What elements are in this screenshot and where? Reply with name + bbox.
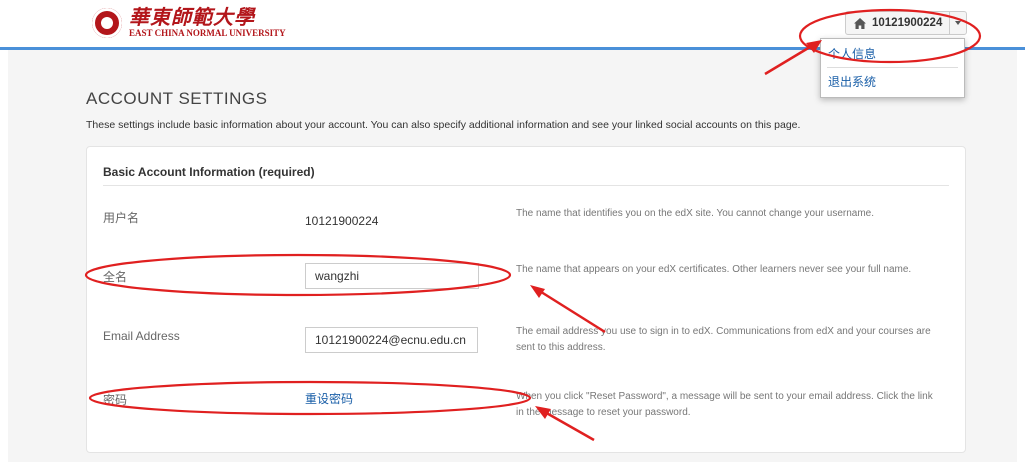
fullname-input[interactable]: wangzhi [305, 263, 479, 289]
card-title: Basic Account Information (required) [103, 165, 315, 179]
university-seal-icon [92, 7, 122, 38]
user-dropdown-menu: 个人信息 退出系统 [820, 38, 965, 98]
chevron-down-icon [955, 21, 961, 25]
username-label: 用户名 [103, 211, 140, 225]
user-menu-button[interactable]: 10121900224 [845, 11, 967, 35]
email-help: The email address you use to sign in to … [516, 326, 931, 353]
university-logo[interactable]: 華東師範大學 EAST CHINA NORMAL UNIVERSITY [92, 7, 286, 38]
email-label: Email Address [103, 329, 180, 343]
fullname-help: The name that appears on your edX certif… [516, 264, 912, 275]
email-input[interactable]: 10121900224@ecnu.edu.cn [305, 327, 478, 353]
user-id-label: 10121900224 [872, 17, 943, 29]
page-title: ACCOUNT SETTINGS [86, 89, 268, 108]
user-menu-toggle[interactable] [949, 12, 966, 34]
menu-divider [827, 67, 958, 68]
menu-item-logout[interactable]: 退出系统 [821, 73, 964, 90]
logo-english-name: EAST CHINA NORMAL UNIVERSITY [129, 28, 286, 38]
password-help: When you click "Reset Password", a messa… [516, 391, 933, 418]
username-value: 10121900224 [305, 214, 379, 228]
card-divider [103, 185, 949, 186]
username-help: The name that identifies you on the edX … [516, 208, 875, 219]
reset-password-link[interactable]: 重设密码 [305, 390, 353, 407]
basic-account-card: Basic Account Information (required) 用户名… [86, 146, 966, 453]
page-subtitle: These settings include basic information… [86, 119, 801, 131]
logo-chinese-name: 華東師範大學 [129, 5, 255, 29]
menu-item-profile[interactable]: 个人信息 [821, 45, 964, 62]
password-label: 密码 [103, 393, 128, 407]
fullname-label: 全名 [103, 270, 128, 284]
home-icon [854, 17, 866, 29]
